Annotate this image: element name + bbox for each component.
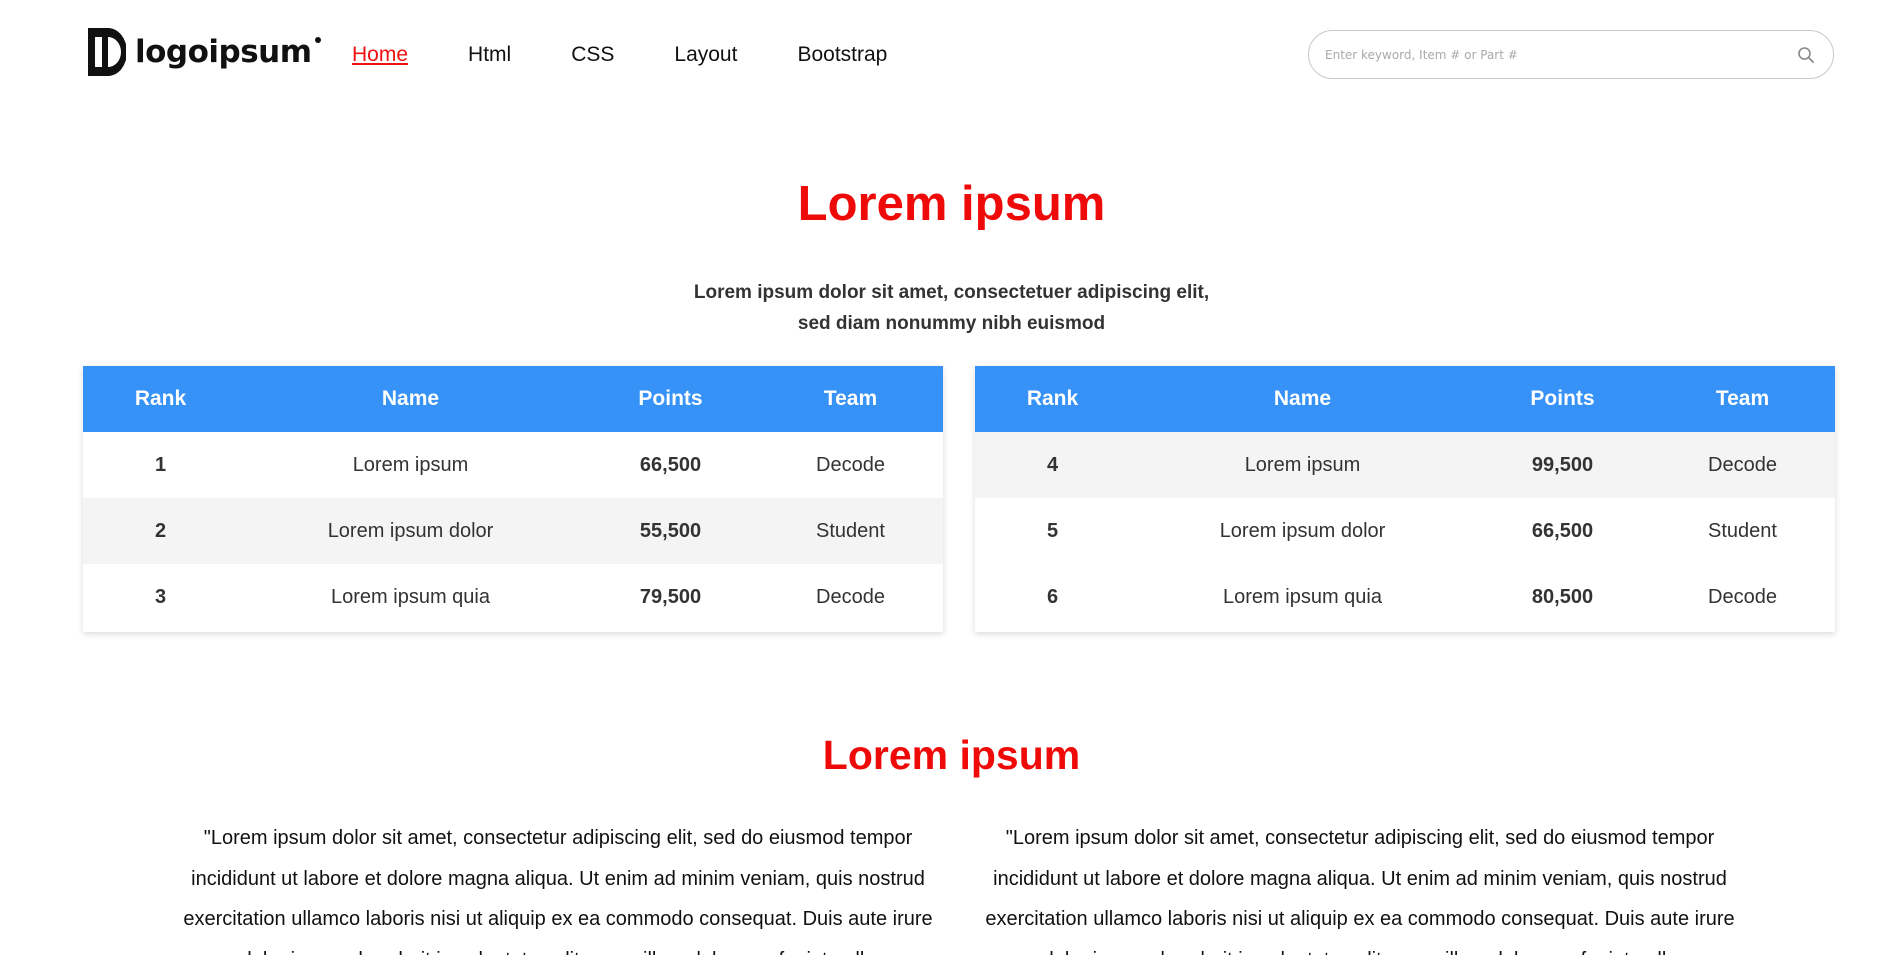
leaderboard-table-left: Rank Name Points Team 1 Lorem ipsum 66,5… [83,366,943,632]
table-row: 4 Lorem ipsum 99,500 Decode [975,432,1835,498]
cell-name: Lorem ipsum dolor [1219,519,1386,542]
section-subtitle: Lorem ipsum dolor sit amet, consectetuer… [0,277,1903,339]
nav-layout[interactable]: Layout [674,41,737,69]
cell-team: Student [816,519,885,542]
logo-text: logoipsum [135,34,321,70]
cell-name: Lorem ipsum [352,453,469,476]
table-row: 6 Lorem ipsum quia 80,500 Decode [975,564,1835,630]
header-team: Team [823,387,878,410]
header-points: Points [1530,387,1595,410]
subtitle-line: sed diam nonummy nibh euismod [797,313,1106,334]
cell-points: 66,500 [1531,519,1594,542]
cell-points: 99,500 [1531,453,1594,476]
cell-rank: 5 [1046,519,1059,542]
table-row: 5 Lorem ipsum dolor 66,500 Student [975,498,1835,564]
main-nav: Home Html CSS Layout Bootstrap [352,41,947,69]
table-row: 3 Lorem ipsum quia 79,500 Decode [83,564,943,630]
table-header-row: Rank Name Points Team [975,366,1835,432]
cell-rank: 2 [154,519,167,542]
paragraph-right: "Lorem ipsum dolor sit amet, consectetur… [985,827,1735,955]
paragraph-left: "Lorem ipsum dolor sit amet, consectetur… [183,827,933,955]
header-rank: Rank [134,387,187,410]
cell-team: Student [1708,519,1777,542]
nav-css[interactable]: CSS [571,41,614,69]
cell-team: Decode [816,453,885,476]
search-icon[interactable] [1797,46,1815,64]
nav-html[interactable]: Html [468,41,511,69]
site-header: logoipsum Home Html CSS Layout Bootstrap [0,0,1903,110]
cell-rank: 6 [1046,585,1059,608]
nav-bootstrap[interactable]: Bootstrap [797,41,887,69]
section-title: Lorem ipsum [797,177,1106,231]
cell-rank: 3 [154,585,167,608]
subtitle-line: Lorem ipsum dolor sit amet, consectetuer… [693,282,1210,303]
cell-rank: 1 [154,453,167,476]
header-name: Name [1273,387,1332,410]
nav-home[interactable]: Home [352,41,408,69]
cell-name: Lorem ipsum quia [1223,585,1382,608]
logo-dot-icon [314,37,321,43]
cell-rank: 4 [1046,453,1059,476]
cell-points: 55,500 [639,519,702,542]
table-row: 2 Lorem ipsum dolor 55,500 Student [83,498,943,564]
header-team: Team [1715,387,1770,410]
search-box [1308,30,1834,79]
section-title: Lorem ipsum [822,732,1081,778]
logo[interactable]: logoipsum [88,28,321,76]
cell-name: Lorem ipsum dolor [327,519,494,542]
table-row: 1 Lorem ipsum 66,500 Decode [83,432,943,498]
search-input[interactable] [1325,31,1785,78]
cell-points: 80,500 [1531,585,1594,608]
cell-points: 79,500 [639,585,702,608]
cell-name: Lorem ipsum [1244,453,1361,476]
cell-name: Lorem ipsum quia [331,585,490,608]
table-header-row: Rank Name Points Team [83,366,943,432]
cell-team: Decode [816,585,885,608]
cell-team: Decode [1708,585,1777,608]
cell-team: Decode [1708,453,1777,476]
header-rank: Rank [1026,387,1079,410]
logo-mark-icon [88,28,126,76]
header-name: Name [381,387,440,410]
header-points: Points [638,387,703,410]
cell-points: 66,500 [639,453,702,476]
leaderboard-table-right: Rank Name Points Team 4 Lorem ipsum 99,5… [975,366,1835,632]
